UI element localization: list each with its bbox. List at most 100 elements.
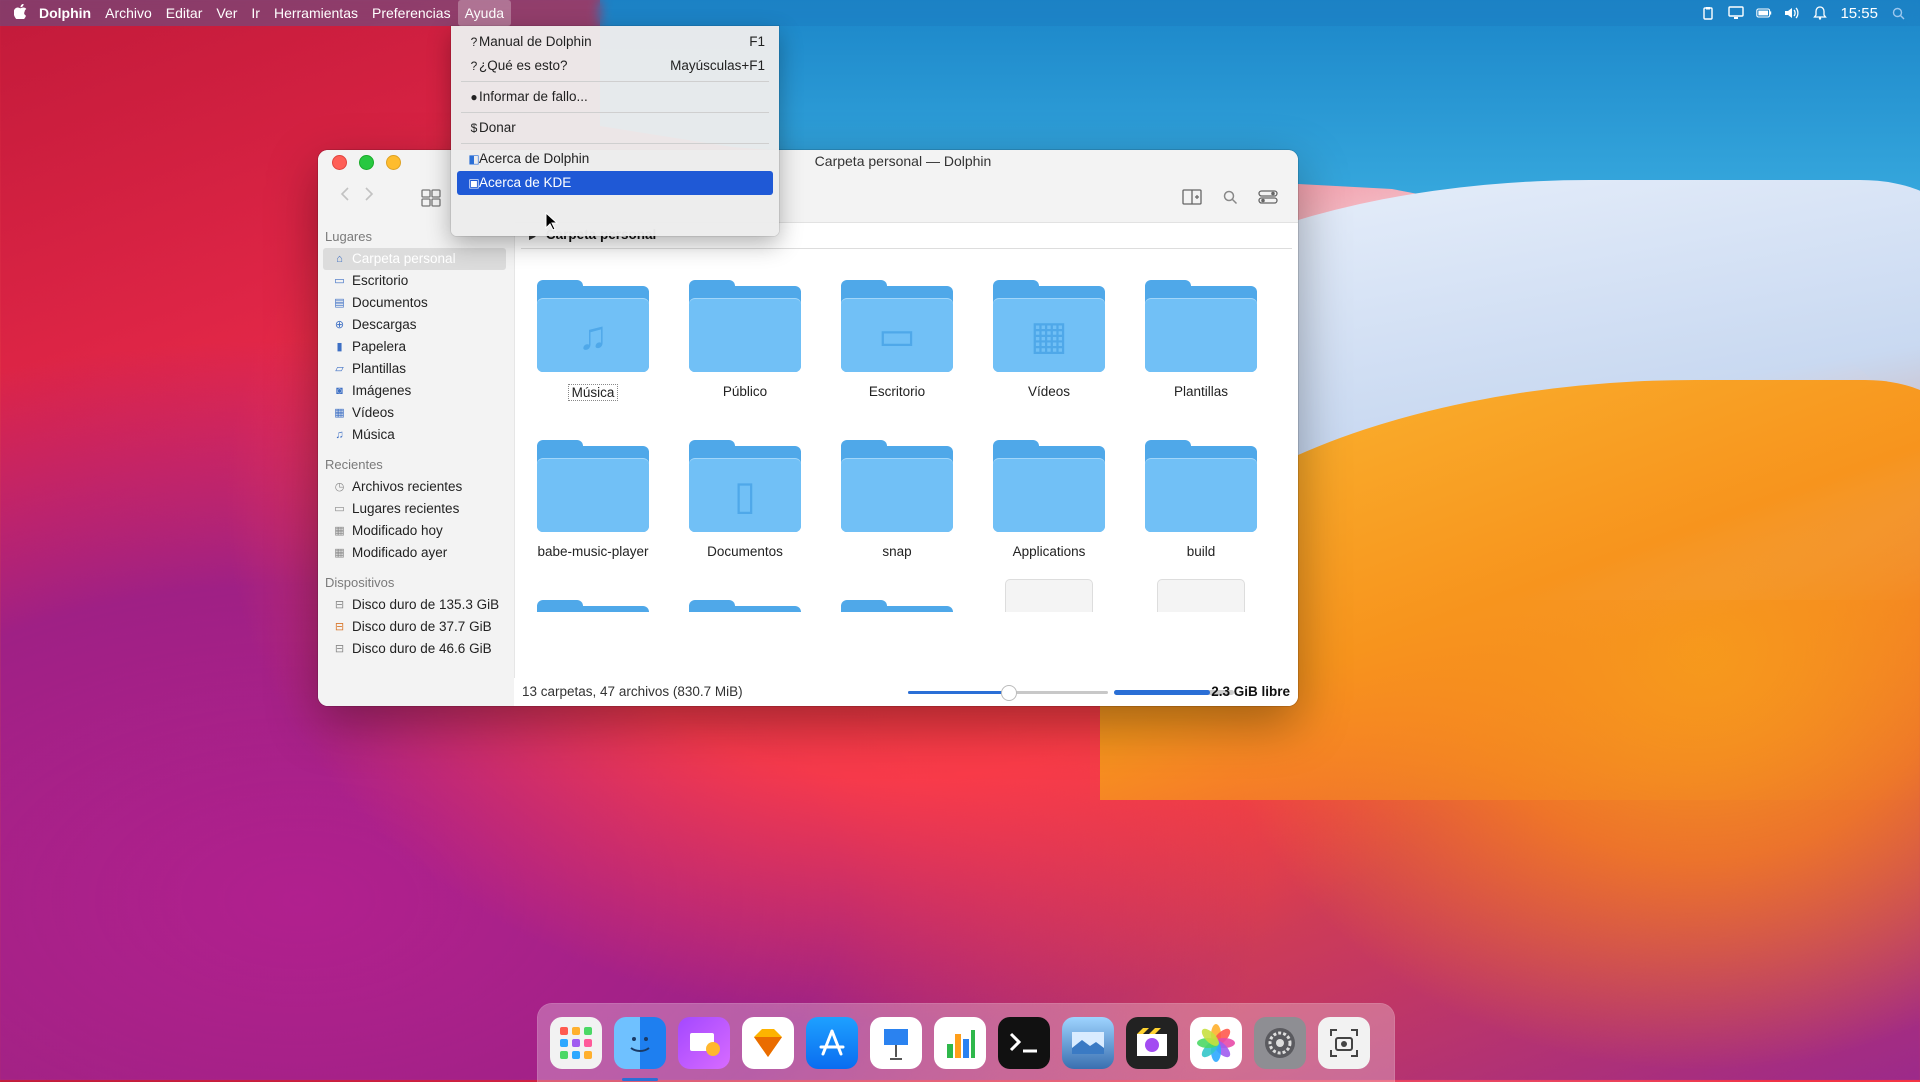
sidebar-item-disk-1[interactable]: ⊟ Disco duro de 135.3 GiB [323, 594, 506, 616]
file-item[interactable]: build [1131, 440, 1271, 559]
keynote-icon[interactable] [870, 1017, 922, 1069]
folder-recent-icon: ▭ [334, 503, 345, 515]
sidebar-item-recent-files[interactable]: ◷ Archivos recientes [323, 476, 506, 498]
sidebar-item-downloads[interactable]: ⊕ Descargas [323, 314, 506, 336]
apple-icon[interactable] [8, 3, 32, 23]
zoom-slider[interactable] [908, 685, 1108, 701]
system-preferences-icon[interactable] [1254, 1017, 1306, 1069]
file-name: babe-music-player [537, 544, 649, 559]
hard-drive-icon: ⊟ [334, 599, 345, 611]
notifications-icon[interactable] [1812, 6, 1828, 20]
sidebar-item-pictures[interactable]: ◙ Imágenes [323, 380, 506, 402]
volume-icon[interactable] [1784, 6, 1800, 20]
mail-icon[interactable] [678, 1017, 730, 1069]
file-item[interactable]: Applications [979, 440, 1119, 559]
menu-item-donate[interactable]: $ Donar [457, 116, 773, 140]
clock[interactable]: 15:55 [1840, 5, 1878, 22]
file-name: Escritorio [868, 384, 926, 399]
launchpad-icon[interactable] [550, 1017, 602, 1069]
icons-view-button[interactable] [418, 186, 444, 210]
menu-preferencias[interactable]: Preferencias [365, 0, 458, 26]
sidebar-item-modified-today[interactable]: ▦ Modificado hoy [323, 520, 506, 542]
menu-editar[interactable]: Editar [159, 0, 210, 26]
mouse-cursor-icon [545, 212, 559, 231]
folder-icon [1145, 280, 1257, 372]
sidebar-item-recent-places[interactable]: ▭ Lugares recientes [323, 498, 506, 520]
menu-item-report-bug[interactable]: ● Informar de fallo... [457, 85, 773, 109]
menu-archivo[interactable]: Archivo [98, 0, 159, 26]
file-item[interactable] [979, 580, 1119, 612]
clipboard-icon[interactable] [1700, 6, 1716, 20]
sidebar-item-templates[interactable]: ▱ Plantillas [323, 358, 506, 380]
dock [538, 1004, 1394, 1082]
split-view-icon[interactable] [1180, 186, 1204, 208]
dolphin-icon: ◧ [468, 152, 480, 166]
sketch-icon[interactable] [742, 1017, 794, 1069]
file-item[interactable] [523, 600, 663, 612]
menu-item-dolphin-manual[interactable]: ? Manual de Dolphin F1 [457, 30, 773, 54]
sidebar-item-home[interactable]: ⌂ Carpeta personal [323, 248, 506, 270]
bug-icon: ● [470, 90, 478, 104]
file-item[interactable]: ▭ Escritorio [827, 280, 967, 399]
display-icon[interactable] [1728, 6, 1745, 20]
file-item[interactable]: ▦ Vídeos [979, 280, 1119, 399]
desktop-icon: ▭ [334, 275, 345, 287]
menu-item-about-kde[interactable]: ▣ Acerca de KDE [457, 171, 773, 195]
file-name: snap [882, 544, 912, 559]
sidebar-item-documents[interactable]: ▤ Documentos [323, 292, 506, 314]
folder-icon [537, 600, 649, 612]
folder-documents-icon: ▯ [689, 440, 801, 532]
forward-icon[interactable] [364, 186, 374, 207]
hamburger-menu-icon[interactable] [1256, 186, 1280, 208]
music-note-icon: ♫ [335, 429, 344, 441]
file-item[interactable]: Público [675, 280, 815, 399]
final-cut-icon[interactable] [1126, 1017, 1178, 1069]
status-bar: 13 carpetas, 47 archivos (830.7 MiB) 2.3… [514, 678, 1298, 706]
menu-ver[interactable]: Ver [209, 0, 244, 26]
sidebar-item-videos[interactable]: ▦ Vídeos [323, 402, 506, 424]
hard-drive-icon: ⊟ [334, 643, 345, 655]
screenshot-file-icon [1006, 580, 1092, 612]
file-item[interactable] [1131, 580, 1271, 612]
menu-herramientas[interactable]: Herramientas [267, 0, 365, 26]
home-icon: ⌂ [336, 253, 343, 265]
help-icon: ? [470, 35, 478, 49]
sidebar-item-modified-yesterday[interactable]: ▦ Modificado ayer [323, 542, 506, 564]
photos-icon[interactable] [1190, 1017, 1242, 1069]
back-icon[interactable] [340, 186, 350, 207]
file-item[interactable] [827, 600, 967, 612]
sidebar-item-disk-3[interactable]: ⊟ Disco duro de 46.6 GiB [323, 638, 506, 660]
app-store-icon[interactable] [806, 1017, 858, 1069]
menu-app-name[interactable]: Dolphin [32, 0, 98, 26]
preview-icon[interactable] [1062, 1017, 1114, 1069]
battery-icon[interactable] [1756, 6, 1772, 20]
search-icon[interactable] [1890, 6, 1906, 20]
menu-separator [461, 143, 769, 144]
zoom-slider-handle[interactable] [1001, 685, 1017, 701]
sidebar-item-trash[interactable]: ▮ Papelera [323, 336, 506, 358]
file-item[interactable]: ♫ Música [523, 280, 663, 402]
file-item[interactable] [675, 600, 815, 612]
sidebar-item-music[interactable]: ♫ Música [323, 424, 506, 446]
file-view: ▶Carpeta personal ♫ Música Público ▭ Esc… [514, 222, 1298, 706]
menu-ir[interactable]: Ir [244, 0, 267, 26]
menu-item-about-dolphin[interactable]: ◧ Acerca de Dolphin [457, 147, 773, 171]
file-item[interactable]: babe-music-player [523, 440, 663, 559]
sidebar-item-label: Plantillas [352, 361, 407, 376]
sidebar-item-label: Disco duro de 37.7 GiB [352, 619, 492, 634]
menu-ayuda[interactable]: Ayuda [457, 0, 512, 26]
search-icon[interactable] [1218, 186, 1242, 208]
terminal-icon[interactable] [998, 1017, 1050, 1069]
menu-item-whats-this[interactable]: ? ¿Qué es esto? Mayúsculas+F1 [457, 54, 773, 78]
file-name: build [1186, 544, 1216, 559]
system-tray: 15:55 [1700, 5, 1920, 22]
sidebar-item-desktop[interactable]: ▭ Escritorio [323, 270, 506, 292]
finder-icon[interactable] [614, 1017, 666, 1081]
kde-icon: ▣ [468, 176, 480, 190]
screenshot-icon[interactable] [1318, 1017, 1370, 1069]
file-item[interactable]: ▯ Documentos [675, 440, 815, 559]
file-item[interactable]: Plantillas [1131, 280, 1271, 399]
numbers-icon[interactable] [934, 1017, 986, 1069]
sidebar-item-disk-2[interactable]: ⊟ Disco duro de 37.7 GiB [323, 616, 506, 638]
file-item[interactable]: snap [827, 440, 967, 559]
